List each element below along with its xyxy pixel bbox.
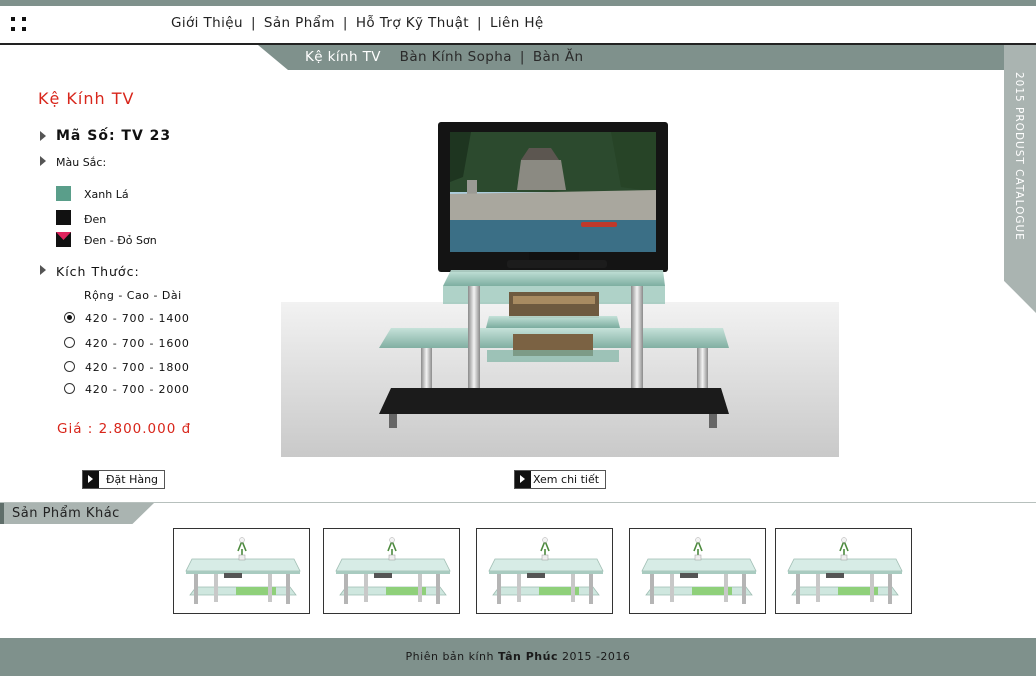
other-products-title: Sản Phẩm Khác xyxy=(12,506,120,521)
other-product-thumb[interactable] xyxy=(476,528,613,614)
nav-separator: | xyxy=(342,15,348,31)
size-radio-1800[interactable] xyxy=(64,361,75,372)
logo-icon[interactable] xyxy=(9,15,29,35)
play-arrow-icon xyxy=(515,471,531,488)
subnav-item-ban-an[interactable]: Bàn Ăn xyxy=(533,49,584,65)
nav-item-gioi-thieu[interactable]: Giới Thiệu xyxy=(171,15,243,31)
glass-table-image xyxy=(324,529,459,613)
product-image xyxy=(281,102,839,457)
bullet-arrow-icon xyxy=(40,156,46,166)
view-details-button[interactable]: Xem chi tiết xyxy=(514,470,607,489)
size-radio-1600[interactable] xyxy=(64,337,75,348)
footer-text: Phiên bản kính Tân Phúc 2015 -2016 xyxy=(0,650,1036,663)
product-code: Mã Số: TV 23 xyxy=(56,128,172,144)
nav-item-san-pham[interactable]: Sản Phẩm xyxy=(264,15,335,31)
main-nav: Giới Thiệu | Sản Phẩm | Hỗ Trợ Kỹ Thuật | Liên… xyxy=(171,15,544,31)
product-price: Giá : 2.800.000 đ xyxy=(57,421,192,437)
footer-prefix: Phiên bản kính xyxy=(405,650,495,663)
other-product-thumb[interactable] xyxy=(629,528,766,614)
color-swatch-green[interactable] xyxy=(56,186,71,201)
bullet-arrow-icon xyxy=(40,265,46,275)
other-product-thumb[interactable] xyxy=(323,528,460,614)
glass-table-image xyxy=(776,529,911,613)
catalogue-side-tab-label: 2015 PRODUST CATALOGUE xyxy=(1013,72,1025,241)
size-radio-2000[interactable] xyxy=(64,383,75,394)
order-button-label: Đặt Hàng xyxy=(106,473,159,486)
header-divider xyxy=(0,43,1036,45)
subnav-separator: | xyxy=(519,49,525,65)
size-label: Kích Thước: xyxy=(56,264,140,279)
glass-table-image xyxy=(174,529,309,613)
color-swatch-black[interactable] xyxy=(56,210,71,225)
bullet-arrow-icon xyxy=(40,131,46,141)
order-button[interactable]: Đặt Hàng xyxy=(82,470,166,489)
glass-table-image xyxy=(630,529,765,613)
nav-separator: | xyxy=(476,15,482,31)
other-product-thumb[interactable] xyxy=(173,528,310,614)
size-option-label[interactable]: 420 - 700 - 1800 xyxy=(85,361,190,374)
dimensions-header: Rộng - Cao - Dài xyxy=(84,289,182,302)
red-corner-icon xyxy=(56,232,71,240)
color-option-black-label[interactable]: Đen xyxy=(84,213,106,226)
color-option-green-label[interactable]: Xanh Lá xyxy=(84,188,129,201)
color-option-black-red-label[interactable]: Đen - Đỏ Sơn xyxy=(84,234,157,247)
nav-separator: | xyxy=(250,15,256,31)
top-accent-strip xyxy=(0,0,1036,6)
nav-item-ho-tro[interactable]: Hỗ Trợ Kỹ Thuật xyxy=(356,15,469,31)
size-option-label[interactable]: 420 - 700 - 1400 xyxy=(85,312,190,325)
color-label: Màu Sắc: xyxy=(56,156,107,169)
subnav-item-ke-kinh-tv[interactable]: Kệ kính TV xyxy=(305,49,381,65)
other-product-thumb[interactable] xyxy=(775,528,912,614)
footer-brand: Tân Phúc xyxy=(498,650,558,663)
nav-item-lien-he[interactable]: Liên Hệ xyxy=(490,15,544,31)
size-option-label[interactable]: 420 - 700 - 1600 xyxy=(85,337,190,350)
other-products-divider xyxy=(0,502,1036,503)
color-swatch-black-red[interactable] xyxy=(56,232,71,247)
play-arrow-icon xyxy=(83,471,99,488)
glass-table-image xyxy=(477,529,612,613)
footer-years: 2015 -2016 xyxy=(561,650,631,663)
subnav-item-ban-kinh-sopha[interactable]: Bàn Kính Sopha xyxy=(400,49,512,65)
view-details-button-label: Xem chi tiết xyxy=(533,473,600,486)
category-title: Kệ Kính TV xyxy=(38,89,135,108)
size-option-label[interactable]: 420 - 700 - 2000 xyxy=(85,383,190,396)
subnav: Kệ kính TV Bàn Kính Sopha | Bàn Ăn xyxy=(305,49,583,65)
size-radio-1400[interactable] xyxy=(64,312,75,323)
